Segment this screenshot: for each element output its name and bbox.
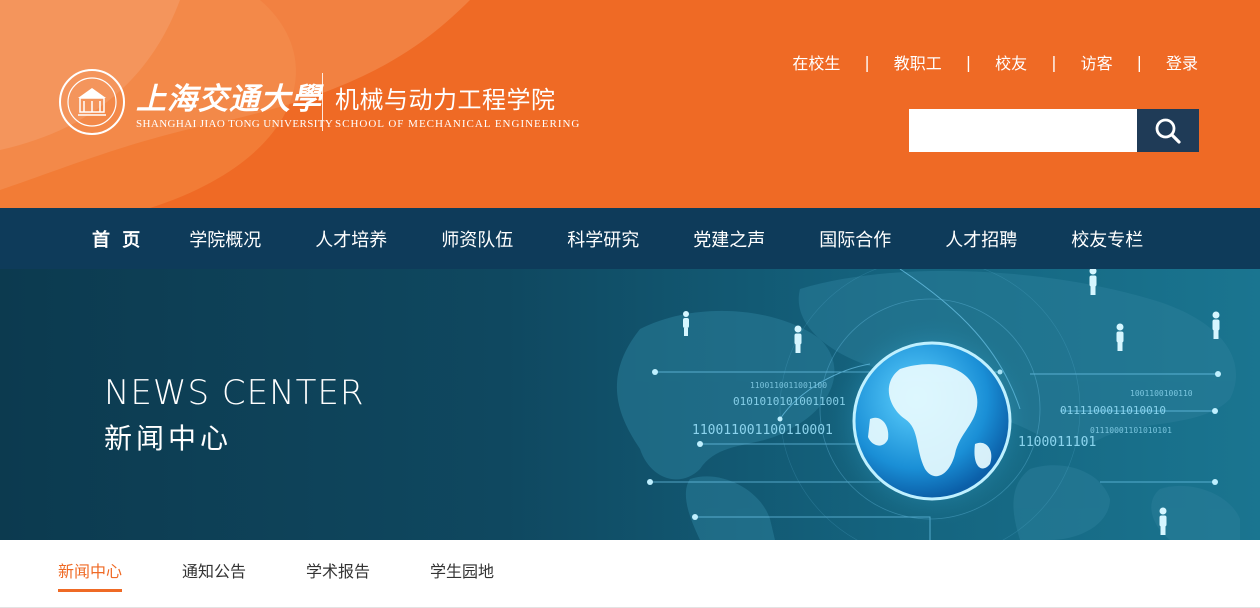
top-link-separator: | [1051, 52, 1057, 72]
school-name: 机械与动力工程学院 SCHOOL OF MECHANICAL ENGINEERI… [335, 68, 585, 136]
top-link-login[interactable]: 登录 [1166, 50, 1198, 74]
tab-notices[interactable]: 通知公告 [182, 558, 246, 582]
news-banner: 1100110011001100 01010101010011001 11001… [0, 269, 1260, 540]
tab-news[interactable]: 新闻中心 [58, 558, 122, 582]
nav-item-home[interactable]: 首 页 [92, 226, 143, 252]
banner-title-cn: 新闻中心 [104, 422, 233, 455]
university-logo[interactable]: 上海交通大學 SHANGHAI JIAO TONG UNIVERSITY 机械与… [58, 68, 585, 136]
nav-item-alumni[interactable]: 校友专栏 [1071, 226, 1143, 252]
top-link-separator: | [965, 52, 972, 72]
binary-stream: 1100011101 [1018, 435, 1097, 450]
university-name: 上海交通大學 SHANGHAI JIAO TONG UNIVERSITY [136, 68, 333, 136]
nav-item-faculty[interactable]: 师资队伍 [441, 226, 513, 252]
university-name-en: SHANGHAI JIAO TONG UNIVERSITY [136, 118, 334, 130]
search-input[interactable] [909, 109, 1137, 152]
top-link-staff[interactable]: 教职工 [894, 50, 942, 74]
nav-item-research[interactable]: 科学研究 [567, 226, 639, 252]
banner-title-en: NEWS CENTER [104, 373, 365, 413]
search-icon [1155, 118, 1181, 144]
university-seal-icon [59, 69, 125, 135]
nav-item-international[interactable]: 国际合作 [819, 226, 891, 252]
top-link-alumni[interactable]: 校友 [995, 50, 1027, 74]
search-button[interactable] [1137, 109, 1199, 152]
nav-item-recruitment[interactable]: 人才招聘 [945, 226, 1017, 252]
top-link-separator: | [1136, 52, 1142, 72]
main-nav: 首 页 学院概况 人才培养 师资队伍 科学研究 党建之声 国际合作 人才招聘 校… [0, 208, 1260, 269]
binary-stream: 01110001101010101 [1090, 426, 1172, 435]
school-name-cn: 机械与动力工程学院 [335, 86, 556, 114]
university-name-cn: 上海交通大學 [136, 82, 322, 117]
top-link-visitors[interactable]: 访客 [1081, 50, 1113, 74]
school-name-en: SCHOOL OF MECHANICAL ENGINEERING [335, 118, 581, 130]
binary-stream: 1001100100110 [1130, 389, 1193, 398]
tab-students[interactable]: 学生园地 [430, 558, 494, 582]
active-tab-indicator [58, 589, 122, 592]
top-link-students[interactable]: 在校生 [792, 50, 840, 74]
section-tabs: 新闻中心 通知公告 学术报告 学生园地 [0, 540, 1260, 608]
top-links: 在校生 | 教职工 | 校友 | 访客 | 登录 [792, 50, 1198, 74]
search-box [909, 109, 1199, 152]
site-header: 上海交通大學 SHANGHAI JIAO TONG UNIVERSITY 机械与… [0, 0, 1260, 208]
binary-stream: 01010101010011001 [733, 395, 846, 408]
top-link-separator: | [864, 52, 870, 72]
nav-item-about[interactable]: 学院概况 [189, 226, 261, 252]
binary-stream: 0111100011010010 [1060, 404, 1166, 417]
nav-item-party[interactable]: 党建之声 [693, 226, 765, 252]
binary-stream: 1100110011001100 [750, 381, 828, 390]
binary-stream: 110011001100110001 [692, 423, 833, 438]
nav-item-education[interactable]: 人才培养 [315, 226, 387, 252]
tab-seminars[interactable]: 学术报告 [306, 558, 370, 582]
